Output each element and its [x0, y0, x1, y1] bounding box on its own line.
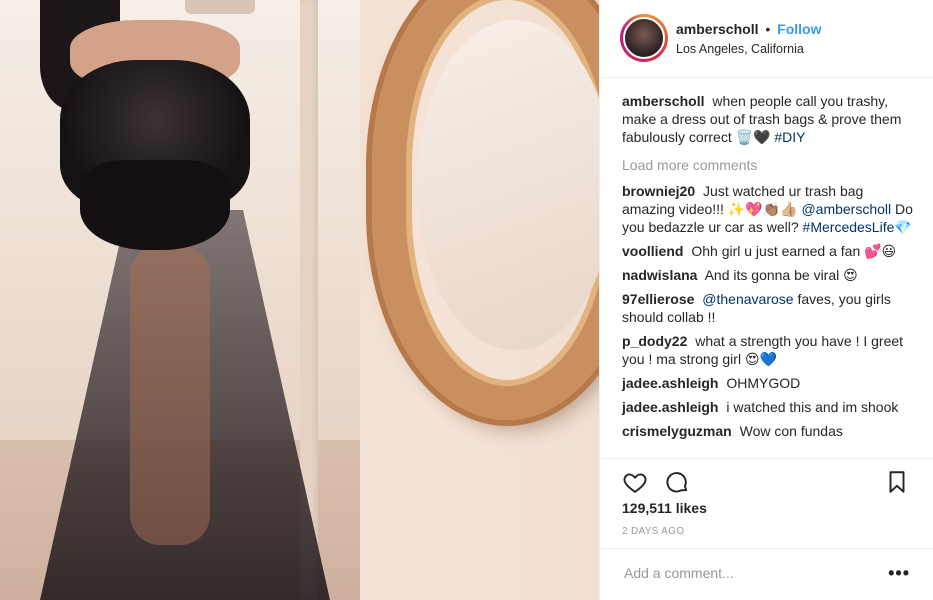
comment-mention[interactable]: @amberscholl — [801, 201, 891, 217]
comment-text: i watched this and im shook — [726, 399, 899, 415]
more-options-icon[interactable]: ••• — [888, 563, 910, 584]
list-item: 97ellierose @thenavarose faves, you girl… — [622, 290, 918, 326]
caption: amberscholl when people call you trashy,… — [622, 92, 918, 146]
load-more-comments-button[interactable]: Load more comments — [622, 156, 918, 174]
comment-mention[interactable]: @thenavarose — [702, 291, 793, 307]
list-item: crismelyguzman Wow con fundas — [622, 422, 918, 440]
comment-text: And its gonna be viral 😍 — [704, 267, 858, 283]
avatar-story-ring[interactable] — [620, 14, 668, 62]
photo-mirror-glass — [420, 20, 599, 350]
photo-phone — [185, 0, 255, 14]
add-comment-bar: Add a comment... ••• — [600, 548, 933, 600]
list-item: nadwislana And its gonna be viral 😍 — [622, 266, 918, 284]
comment-username[interactable]: 97ellierose — [622, 291, 694, 307]
photo-legs — [130, 245, 210, 545]
avatar[interactable] — [623, 17, 665, 59]
likes-count[interactable]: 129,511 likes — [622, 500, 707, 516]
comment-text: Ohh girl u just earned a fan 💕😃 — [691, 243, 897, 259]
follow-button[interactable]: Follow — [777, 21, 821, 37]
comment-text: OHMYGOD — [726, 375, 801, 391]
photo-dress-bodysuit — [80, 160, 230, 250]
header-separator: • — [765, 21, 771, 37]
comments-list: amberscholl when people call you trashy,… — [622, 92, 918, 446]
post-side-panel: amberscholl • Follow Los Angeles, Califo… — [599, 0, 933, 600]
bookmark-icon[interactable] — [884, 469, 910, 495]
comment-username[interactable]: browniej20 — [622, 183, 695, 199]
comment-username[interactable]: crismelyguzman — [622, 423, 732, 439]
comment-bubble-icon[interactable] — [664, 469, 690, 495]
comment-hashtag[interactable]: #MercedesLife💎 — [803, 219, 912, 235]
list-item: voolliend Ohh girl u just earned a fan 💕… — [622, 242, 918, 260]
caption-username[interactable]: amberscholl — [622, 93, 704, 109]
comment-username[interactable]: p_dody22 — [622, 333, 687, 349]
list-item: p_dody22 what a strength you have ! I gr… — [622, 332, 918, 368]
list-item: browniej20 Just watched ur trash bag ama… — [622, 182, 918, 236]
comment-username[interactable]: jadee.ashleigh — [622, 375, 718, 391]
comment-username[interactable]: jadee.ashleigh — [622, 399, 718, 415]
list-item: jadee.ashleigh i watched this and im sho… — [622, 398, 918, 416]
add-comment-input[interactable]: Add a comment... — [624, 565, 734, 581]
list-item: jadee.ashleigh OHMYGOD — [622, 374, 918, 392]
header-username[interactable]: amberscholl — [676, 21, 758, 37]
post-photo[interactable] — [0, 0, 599, 600]
comment-text: Wow con fundas — [739, 423, 843, 439]
post-timestamp[interactable]: 2 DAYS AGO — [622, 526, 684, 537]
caption-hashtag[interactable]: #DIY — [774, 129, 805, 145]
header-user-line: amberscholl • Follow — [676, 21, 822, 37]
location-link[interactable]: Los Angeles, California — [676, 42, 804, 56]
comment-username[interactable]: voolliend — [622, 243, 683, 259]
post-header: amberscholl • Follow Los Angeles, Califo… — [600, 0, 933, 78]
comment-username[interactable]: nadwislana — [622, 267, 697, 283]
heart-icon[interactable] — [622, 469, 648, 495]
